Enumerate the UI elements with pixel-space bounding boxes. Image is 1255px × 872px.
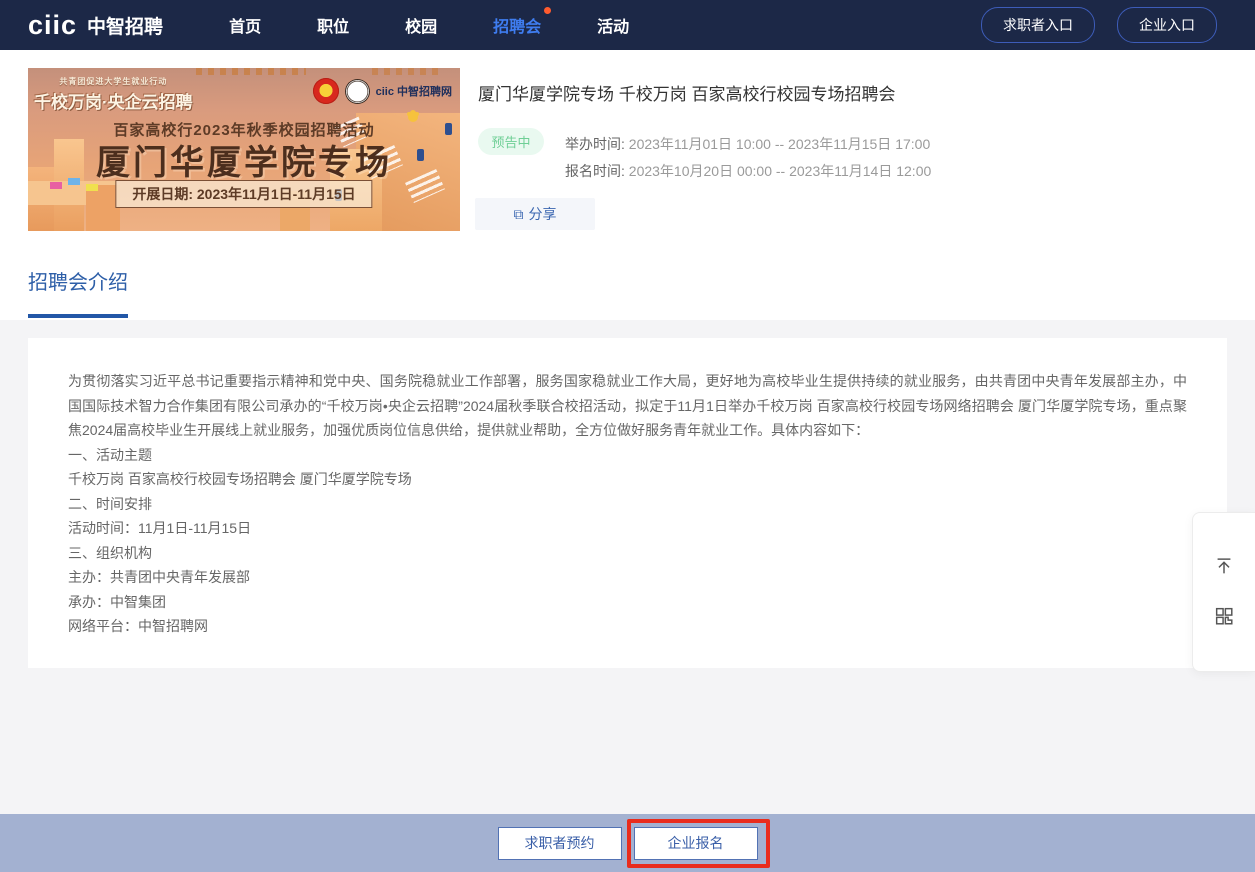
site-logo[interactable]: ciic 中智招聘 <box>28 9 164 40</box>
company-entry-button[interactable]: 企业入口 <box>1117 7 1217 43</box>
share-button-label: 分享 <box>528 206 557 222</box>
event-title: 厦门华厦学院专场 千校万岗 百家高校行校园专场招聘会 <box>478 85 896 104</box>
signup-time-row: 报名时间: 2023年10月20日 00:00 -- 2023年11月14日 1… <box>565 161 931 181</box>
intro-line: 三、组织机构 <box>68 544 152 561</box>
checker-decoration <box>372 68 442 75</box>
campaign-badge-small-text: 共青团促进大学生就业行动 <box>59 77 168 86</box>
nav-item-jobfair[interactable]: 招聘会 <box>487 7 552 41</box>
share-button[interactable]: ⧉ 分享 <box>475 198 595 230</box>
event-banner-image: 共青团促进大学生就业行动 千校万岗·央企云招聘 ciic 中智招聘网 百家高校行… <box>28 68 460 231</box>
share-icon: ⧉ <box>513 206 524 222</box>
nav-item-jobfair-label: 招聘会 <box>493 19 542 36</box>
school-seal-icon <box>344 78 370 104</box>
campaign-badge: 共青团促进大学生就业行动 千校万岗·央企云招聘 <box>34 76 193 113</box>
company-signup-button[interactable]: 企业报名 <box>633 826 758 860</box>
intro-line: 承办：中智集团 <box>68 593 166 610</box>
logo-ciic-text: ciic <box>28 9 78 40</box>
hold-time-value: 2023年11月01日 10:00 -- 2023年11月15日 17:00 <box>628 136 931 152</box>
league-emblem-icon <box>312 78 339 104</box>
checker-decoration <box>196 68 306 75</box>
hold-time-row: 举办时间: 2023年11月01日 10:00 -- 2023年11月15日 1… <box>565 134 930 154</box>
nav-item-home[interactable]: 首页 <box>223 9 267 41</box>
banner-title: 厦门华厦学院专场 <box>96 144 392 182</box>
bottom-action-bar: 求职者预约 企业报名 <box>0 814 1255 872</box>
notification-dot <box>544 7 552 14</box>
hold-time-label: 举办时间: <box>565 136 625 152</box>
signup-time-label: 报名时间: <box>565 163 625 179</box>
intro-paragraph: 为贯彻落实习近平总书记重要指示精神和党中央、国务院稳就业工作部署，服务国家稳就业… <box>68 373 1187 438</box>
entry-buttons: 求职者入口 企业入口 <box>981 7 1217 43</box>
ciic-brand-text: ciic 中智招聘网 <box>375 86 452 98</box>
intro-line: 网络平台：中智招聘网 <box>68 618 208 634</box>
banner-logos: ciic 中智招聘网 <box>312 78 452 104</box>
main-nav: 首页 职位 校园 招聘会 活动 <box>223 7 635 41</box>
intro-line: 二、时间安排 <box>68 495 152 512</box>
top-navbar: ciic 中智招聘 首页 职位 校园 招聘会 活动 求职者入口 企业入口 <box>0 0 1255 50</box>
intro-line: 主办：共青团中央青年发展部 <box>68 569 250 585</box>
intro-line: 活动时间：11月1日-11月15日 <box>68 520 252 536</box>
nav-item-campus[interactable]: 校园 <box>399 9 443 41</box>
intro-content-card: 为贯彻落实习近平总书记重要指示精神和党中央、国务院稳就业工作部署，服务国家稳就业… <box>28 338 1227 668</box>
campaign-badge-text: 千校万岗·央企云招聘 <box>34 93 193 112</box>
intro-line: 千校万岗 百家高校行校园专场招聘会 厦门华厦学院专场 <box>68 471 412 487</box>
nav-item-activities[interactable]: 活动 <box>591 9 635 41</box>
banner-date-box: 开展日期: 2023年11月1日-11月15日 <box>115 180 373 208</box>
nav-item-jobs[interactable]: 职位 <box>311 9 355 41</box>
tab-active-underline <box>28 314 128 318</box>
status-badge: 预告中 <box>478 128 544 155</box>
jobseeker-entry-button[interactable]: 求职者入口 <box>981 7 1095 43</box>
tab-jobfair-intro[interactable]: 招聘会介绍 <box>28 266 128 295</box>
back-to-top-icon[interactable] <box>1213 555 1235 577</box>
signup-time-value: 2023年10月20日 00:00 -- 2023年11月14日 12:00 <box>628 163 932 179</box>
intro-line: 一、活动主题 <box>68 446 152 463</box>
decoration-chip <box>86 184 98 191</box>
qrcode-icon[interactable] <box>1213 605 1235 627</box>
logo-brand-text: 中智招聘 <box>87 16 164 38</box>
floating-side-panel <box>1192 512 1255 672</box>
jobseeker-reserve-button[interactable]: 求职者预约 <box>497 826 622 860</box>
